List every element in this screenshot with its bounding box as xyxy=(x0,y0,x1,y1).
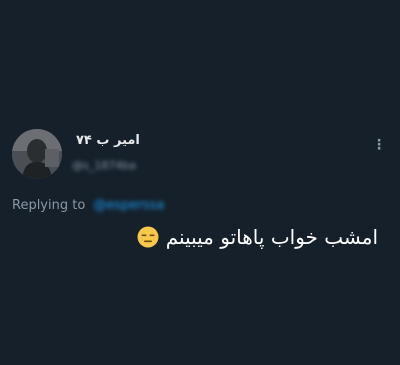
avatar[interactable] xyxy=(12,129,62,179)
expressionless-face-icon xyxy=(137,226,159,248)
replying-to-handle-link[interactable]: @esperssa xyxy=(93,196,164,216)
tweet-text: امشب خواب پاهاتو میبینم xyxy=(18,222,378,252)
more-vertical-icon: ⋮ xyxy=(372,137,386,153)
user-handle[interactable]: @s_1874ba xyxy=(72,158,136,174)
replying-to: Replying to @esperssa xyxy=(12,196,164,216)
more-options-button[interactable]: ⋮ xyxy=(372,136,386,154)
tweet[interactable]: امیر ب ۷۴ @s_1874ba ⋮ Replying to @esper… xyxy=(0,0,400,365)
display-name[interactable]: امیر ب ۷۴ xyxy=(76,130,156,152)
tweet-text-content: امشب خواب پاهاتو میبینم xyxy=(165,225,378,249)
replying-to-label: Replying to xyxy=(12,198,86,213)
